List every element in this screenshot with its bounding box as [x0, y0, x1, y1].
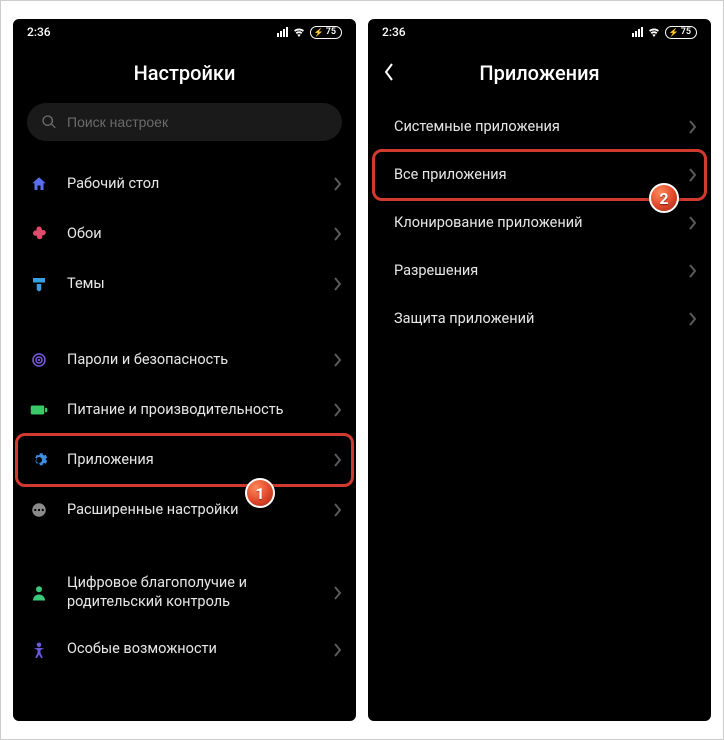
chevron-right-icon [334, 177, 342, 191]
phone-apps: 2:36 ⚡ 75 Приложения Системные приложени… [368, 19, 711, 721]
chevron-right-icon [689, 168, 697, 182]
search-input[interactable] [67, 114, 328, 130]
row-system-apps[interactable]: Системные приложения [368, 103, 711, 151]
wifi-icon [647, 27, 661, 37]
phone-settings: 2:36 ⚡ 75 Настройки Рабочий стол [13, 19, 356, 721]
battery-perf-icon [27, 398, 51, 422]
row-home-screen[interactable]: Рабочий стол [13, 159, 356, 209]
chevron-right-icon [689, 216, 697, 230]
row-digital-wellbeing[interactable]: Цифровое благополучие и родительский кон… [13, 561, 356, 625]
row-apps[interactable]: Приложения [13, 435, 356, 485]
chevron-right-icon [689, 120, 697, 134]
brush-icon [27, 272, 51, 296]
battery-icon: ⚡ 75 [310, 26, 342, 39]
row-accessibility[interactable]: Особые возможности [13, 625, 356, 675]
chevron-right-icon [334, 586, 342, 600]
settings-list: Рабочий стол Обои Темы Пароли и безопасн… [13, 159, 356, 721]
status-time: 2:36 [382, 25, 406, 39]
page-title: Настройки [134, 61, 236, 85]
header: Настройки [13, 41, 356, 103]
dots-icon [27, 498, 51, 522]
status-icons: ⚡ 75 [632, 26, 697, 39]
chevron-right-icon [689, 264, 697, 278]
row-wallpaper[interactable]: Обои [13, 209, 356, 259]
annotation-badge-2: 2 [649, 183, 679, 213]
flower-icon [27, 222, 51, 246]
annotation-badge-1: 1 [245, 478, 275, 508]
chevron-right-icon [334, 353, 342, 367]
chevron-right-icon [334, 503, 342, 517]
home-icon [27, 172, 51, 196]
status-icons: ⚡ 75 [277, 26, 342, 39]
fingerprint-icon [27, 348, 51, 372]
signal-icon [277, 27, 288, 37]
header: Приложения [368, 41, 711, 103]
chevron-left-icon [384, 63, 394, 81]
signal-icon [632, 27, 643, 37]
row-battery-performance[interactable]: Питание и производительность [13, 385, 356, 435]
wifi-icon [292, 27, 306, 37]
search-bar[interactable] [27, 103, 342, 141]
back-button[interactable] [384, 63, 394, 81]
row-passwords-security[interactable]: Пароли и безопасность [13, 335, 356, 385]
row-permissions[interactable]: Разрешения [368, 247, 711, 295]
chevron-right-icon [334, 403, 342, 417]
status-bar: 2:36 ⚡ 75 [368, 19, 711, 41]
search-icon [41, 114, 57, 130]
row-themes[interactable]: Темы [13, 259, 356, 309]
tutorial-canvas: 2:36 ⚡ 75 Настройки Рабочий стол [0, 0, 724, 740]
chevron-right-icon [334, 643, 342, 657]
chevron-right-icon [334, 453, 342, 467]
row-app-lock[interactable]: Защита приложений [368, 295, 711, 343]
chevron-right-icon [689, 312, 697, 326]
gear-icon [27, 448, 51, 472]
page-title: Приложения [479, 61, 599, 85]
status-time: 2:36 [27, 25, 51, 39]
battery-icon: ⚡ 75 [665, 26, 697, 39]
accessibility-icon [27, 638, 51, 662]
chevron-right-icon [334, 277, 342, 291]
wellbeing-icon [27, 581, 51, 605]
row-additional-settings[interactable]: Расширенные настройки [13, 485, 356, 535]
chevron-right-icon [334, 227, 342, 241]
status-bar: 2:36 ⚡ 75 [13, 19, 356, 41]
